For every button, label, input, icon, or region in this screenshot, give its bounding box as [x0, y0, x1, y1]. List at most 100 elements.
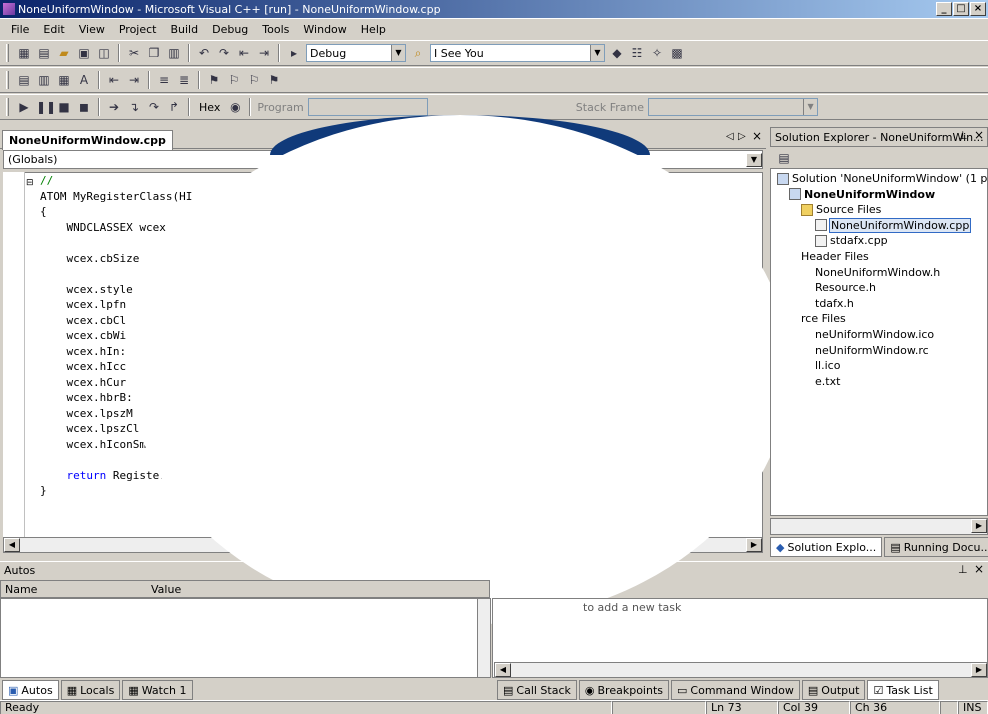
scroll-right-icon[interactable]: ▶: [971, 663, 987, 677]
editor-gutter[interactable]: [3, 172, 25, 538]
step-over-icon[interactable]: ↷: [146, 99, 162, 115]
quick-info-icon[interactable]: ▦: [56, 72, 72, 88]
tab-task-list[interactable]: ☑ Task List: [867, 680, 939, 700]
tree-node[interactable]: e.txt: [815, 375, 840, 388]
chevron-down-icon[interactable]: ▼: [803, 99, 818, 115]
collapse-icon[interactable]: ⊟: [26, 178, 34, 188]
code-line[interactable]: //: [40, 173, 192, 189]
find-in-files-icon[interactable]: ⌕: [410, 45, 426, 61]
tree-node[interactable]: tdafx.h: [815, 297, 854, 310]
tree-node[interactable]: NoneUniformWindow: [789, 188, 935, 201]
scroll-right-icon[interactable]: ▶: [971, 519, 987, 533]
tab-scroll-left-icon[interactable]: ◁: [726, 131, 734, 142]
solution-explorer-icon[interactable]: ◆: [609, 45, 625, 61]
find-combo[interactable]: I See You ▼: [430, 44, 605, 62]
toolbox-icon[interactable]: ✧: [649, 45, 665, 61]
tab-scroll-right-icon[interactable]: ▷: [738, 131, 746, 142]
toolbar-grip[interactable]: [6, 44, 9, 62]
show-next-statement-icon[interactable]: ➔: [106, 99, 122, 115]
scroll-left-icon[interactable]: ◀: [495, 663, 511, 677]
tab-running-documents[interactable]: ▤ Running Docu...: [884, 537, 988, 557]
menu-file[interactable]: File: [4, 23, 36, 36]
tab-breakpoints[interactable]: ◉ Breakpoints: [578, 680, 669, 700]
step-out-icon[interactable]: ↱: [166, 99, 182, 115]
tab-noneuniformwindow-cpp[interactable]: NoneUniformWindow.cpp: [2, 130, 173, 150]
tab-locals[interactable]: ▦ Locals: [60, 680, 121, 700]
chevron-down-icon[interactable]: ▼: [746, 152, 762, 167]
properties-icon[interactable]: ▤: [776, 150, 792, 166]
menu-help[interactable]: Help: [354, 23, 393, 36]
tree-node[interactable]: rce Files: [801, 312, 846, 325]
continue-icon[interactable]: ▶: [16, 99, 32, 115]
step-into-icon[interactable]: ↴: [126, 99, 142, 115]
uncomment-icon[interactable]: ≣: [176, 72, 192, 88]
add-item-icon[interactable]: ▤: [36, 45, 52, 61]
restart-icon[interactable]: ◼: [76, 99, 92, 115]
task-horizontal-scrollbar[interactable]: ◀ ▶: [494, 662, 988, 678]
close-icon[interactable]: ×: [974, 128, 984, 142]
chevron-down-icon[interactable]: ▼: [391, 45, 405, 61]
start-icon[interactable]: ▸: [286, 45, 302, 61]
breakpoints-icon[interactable]: ◉: [227, 99, 243, 115]
column-value[interactable]: Value: [151, 583, 181, 596]
tab-output[interactable]: ▤ Output: [801, 680, 866, 700]
scroll-right-icon[interactable]: ▶: [746, 538, 762, 552]
complete-word-icon[interactable]: A: [76, 72, 92, 88]
close-document-icon[interactable]: ×: [752, 129, 762, 143]
properties-icon[interactable]: ☷: [629, 45, 645, 61]
menu-debug[interactable]: Debug: [205, 23, 255, 36]
tree-node[interactable]: neUniformWindow.rc: [815, 344, 929, 357]
tree-node[interactable]: NoneUniformWindow.cpp: [815, 217, 972, 233]
column-name[interactable]: Name: [5, 583, 37, 596]
maximize-button[interactable]: □: [953, 2, 969, 16]
menu-view[interactable]: View: [72, 23, 112, 36]
chevron-down-icon[interactable]: ▼: [590, 45, 604, 61]
cut-icon[interactable]: ✂: [126, 45, 142, 61]
tab-solution-explorer[interactable]: ◆ Solution Explo...: [770, 537, 883, 557]
minimize-button[interactable]: _: [936, 2, 952, 16]
tree-horizontal-scrollbar[interactable]: ▶: [770, 518, 988, 535]
tree-node[interactable]: Header Files: [801, 250, 869, 263]
save-icon[interactable]: ▣: [76, 45, 92, 61]
tree-node[interactable]: NoneUniformWindow.h: [815, 266, 940, 279]
tree-node[interactable]: Resource.h: [815, 281, 876, 294]
solution-tree[interactable]: Solution 'NoneUniformWindow' (1 project)…: [770, 168, 988, 516]
code-line[interactable]: WNDCLASSEX wcex: [40, 220, 192, 236]
new-project-icon[interactable]: ▦: [16, 45, 32, 61]
increase-indent-icon[interactable]: ⇥: [126, 72, 142, 88]
close-icon[interactable]: ×: [974, 562, 984, 576]
tab-autos[interactable]: ▣ Autos: [2, 680, 59, 700]
tree-node[interactable]: neUniformWindow.ico: [815, 328, 934, 341]
tree-node[interactable]: ll.ico: [815, 359, 840, 372]
close-button[interactable]: ×: [970, 2, 986, 16]
save-all-icon[interactable]: ◫: [96, 45, 112, 61]
parameter-info-icon[interactable]: ▥: [36, 72, 52, 88]
code-line[interactable]: ATOM MyRegisterClass(HI: [40, 189, 192, 205]
solution-config-select[interactable]: Debug ▼: [306, 44, 406, 62]
undo-icon[interactable]: ↶: [196, 45, 212, 61]
toolbar-grip[interactable]: [6, 98, 9, 116]
menu-project[interactable]: Project: [112, 23, 164, 36]
navigate-forward-icon[interactable]: ⇥: [256, 45, 272, 61]
autos-vertical-scrollbar[interactable]: [477, 598, 491, 678]
open-folder-icon[interactable]: ▰: [56, 45, 72, 61]
paste-icon[interactable]: ▥: [166, 45, 182, 61]
stop-icon[interactable]: ■: [56, 99, 72, 115]
stack-frame-select[interactable]: ▼: [648, 98, 819, 116]
comment-icon[interactable]: ≡: [156, 72, 172, 88]
redo-icon[interactable]: ↷: [216, 45, 232, 61]
code-line[interactable]: {: [40, 204, 192, 220]
menu-window[interactable]: Window: [296, 23, 353, 36]
tab-call-stack[interactable]: ▤ Call Stack: [497, 680, 577, 700]
pin-icon[interactable]: ⊥: [958, 129, 968, 142]
next-bookmark-icon[interactable]: ⚐: [226, 72, 242, 88]
tab-command-window[interactable]: ▭ Command Window: [671, 680, 800, 700]
scroll-left-icon[interactable]: ◀: [4, 538, 20, 552]
clear-bookmarks-icon[interactable]: ⚑: [266, 72, 282, 88]
copy-icon[interactable]: ❐: [146, 45, 162, 61]
display-object-members-icon[interactable]: ▤: [16, 72, 32, 88]
hex-toggle[interactable]: Hex: [196, 101, 223, 114]
toggle-bookmark-icon[interactable]: ⚑: [206, 72, 222, 88]
class-view-icon[interactable]: ▩: [669, 45, 685, 61]
toolbar-grip[interactable]: [6, 71, 9, 89]
